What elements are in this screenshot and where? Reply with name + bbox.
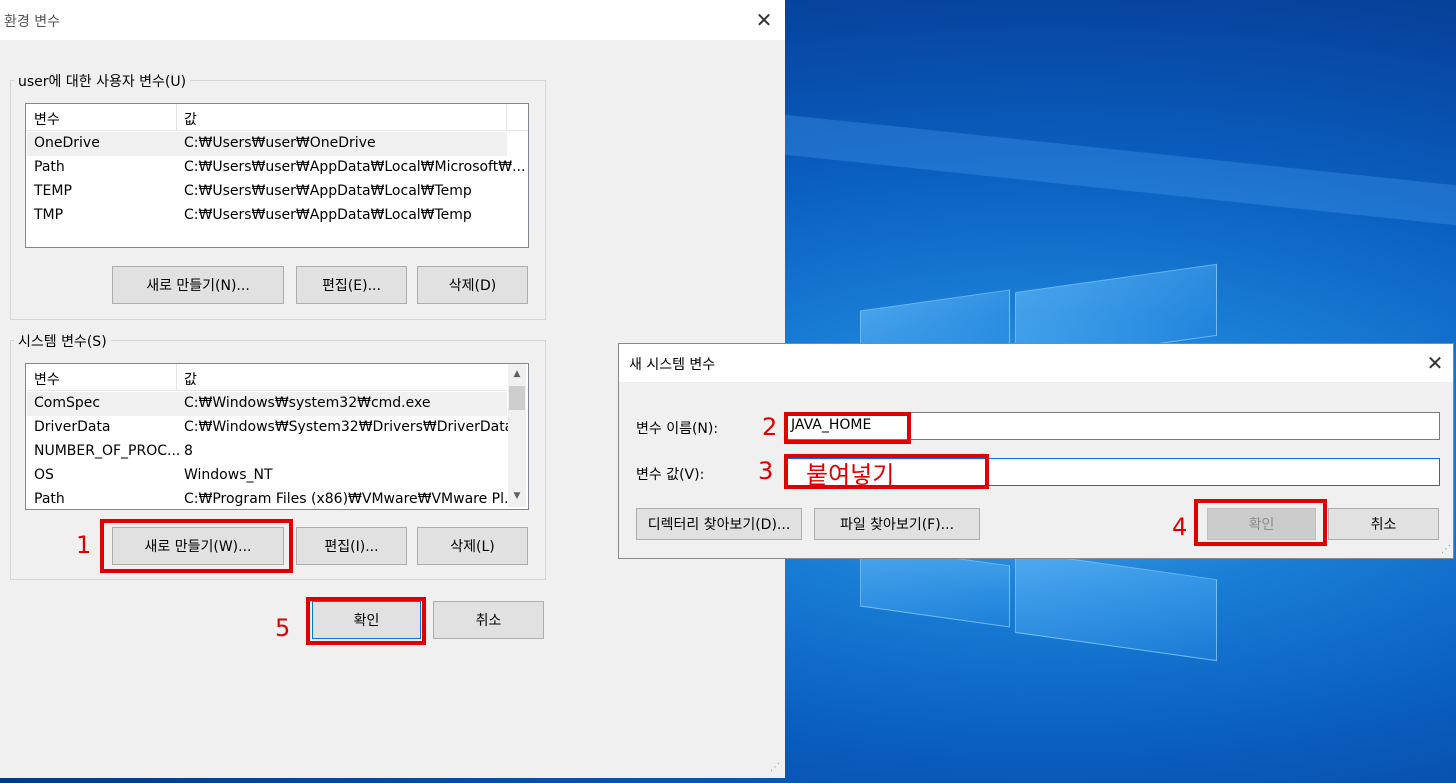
system-vars-group-label: 시스템 변수(S)	[14, 331, 111, 351]
close-icon[interactable]: ✕	[1425, 353, 1445, 373]
user-delete-button[interactable]: 삭제(D)	[417, 266, 528, 304]
browse-directory-button[interactable]: 디렉터리 찾아보기(D)...	[636, 508, 802, 540]
env-cancel-button[interactable]: 취소	[433, 601, 544, 639]
row-name: Path	[34, 159, 65, 175]
new-system-var-dialog: 새 시스템 변수 ✕ 변수 이름(N): JAVA_HOME 변수 값(V): …	[618, 343, 1454, 559]
annotation-step-2: 2	[762, 413, 778, 441]
user-new-button[interactable]: 새로 만들기(N)...	[112, 266, 284, 304]
row-name: TMP	[34, 207, 64, 223]
row-value: C:₩Users₩user₩AppData₩Local₩Temp	[184, 207, 472, 223]
row-name: TEMP	[34, 183, 72, 199]
scroll-up-icon[interactable]: ▲	[508, 366, 526, 382]
annotation-step-1: 1	[76, 531, 92, 559]
row-value: C:₩Windows₩System32₩Drivers₩DriverData	[184, 419, 514, 435]
table-row[interactable]: DriverData C:₩Windows₩System32₩Drivers₩D…	[27, 416, 513, 440]
user-edit-button[interactable]: 편집(E)...	[296, 266, 407, 304]
row-value: C:₩Users₩user₩AppData₩Local₩Microsoft₩..…	[184, 159, 526, 175]
close-icon[interactable]: ✕	[754, 10, 774, 30]
new-var-title: 새 시스템 변수	[629, 357, 716, 373]
column-header-name[interactable]: 변수	[34, 109, 60, 129]
var-name-label: 변수 이름(N):	[636, 421, 719, 437]
table-row[interactable]: TEMP C:₩Users₩user₩AppData₩Local₩Temp	[27, 180, 507, 204]
row-name: DriverData	[34, 419, 111, 435]
row-value: C:₩Program Files (x86)₩VMware₩VMware Pl.…	[184, 491, 518, 507]
annotation-paste-text: 붙여넣기	[806, 461, 895, 489]
vertical-scrollbar[interactable]: ▲ ▼	[508, 364, 526, 507]
annotation-step-5: 5	[275, 614, 291, 642]
var-value-label: 변수 값(V):	[636, 467, 705, 483]
table-row[interactable]: Path C:₩Users₩user₩AppData₩Local₩Microso…	[27, 156, 525, 180]
annotation-box-1	[100, 519, 293, 573]
system-edit-button[interactable]: 편집(I)...	[296, 527, 407, 565]
row-name: NUMBER_OF_PROC...	[34, 443, 181, 459]
user-vars-group-label: user에 대한 사용자 변수(U)	[14, 71, 191, 91]
windows-logo-pane	[1015, 550, 1217, 662]
table-row[interactable]: OneDrive C:₩Users₩user₩OneDrive	[27, 132, 507, 156]
annotation-step-4: 4	[1172, 513, 1188, 541]
row-value: C:₩Windows₩system32₩cmd.exe	[184, 395, 431, 411]
annotation-box-5	[306, 597, 426, 645]
scroll-down-icon[interactable]: ▼	[508, 488, 526, 504]
browse-file-button[interactable]: 파일 찾아보기(F)...	[814, 508, 980, 540]
row-value: Windows_NT	[184, 467, 273, 483]
column-header-name[interactable]: 변수	[34, 369, 60, 389]
resize-grip-icon[interactable]: ⋰	[770, 762, 782, 774]
row-name: ComSpec	[34, 395, 101, 411]
resize-grip-icon[interactable]: ⋰	[1441, 544, 1453, 556]
annotation-box-4	[1194, 499, 1327, 546]
table-row[interactable]: TMP C:₩Users₩user₩AppData₩Local₩Temp	[27, 204, 507, 228]
row-name: Path	[34, 491, 65, 507]
light-beam	[785, 114, 1456, 226]
env-dialog-title: 환경 변수	[4, 14, 60, 30]
new-var-titlebar: 새 시스템 변수 ✕	[619, 344, 1453, 382]
list-header: 변수 값	[26, 104, 528, 131]
system-vars-list[interactable]: 변수 값 ComSpec C:₩Windows₩system32₩cmd.exe…	[25, 363, 529, 510]
row-name: OneDrive	[34, 135, 100, 151]
system-delete-button[interactable]: 삭제(L)	[417, 527, 528, 565]
env-dialog-titlebar: 환경 변수 ✕	[0, 0, 785, 40]
annotation-box-2	[784, 412, 911, 444]
annotation-step-3: 3	[758, 457, 774, 485]
table-row[interactable]: OS Windows_NT	[27, 464, 507, 488]
table-row[interactable]: Path C:₩Program Files (x86)₩VMware₩VMwar…	[27, 488, 517, 509]
column-header-value[interactable]: 값	[184, 369, 197, 389]
row-value: 8	[184, 443, 193, 459]
table-row[interactable]: ComSpec C:₩Windows₩system32₩cmd.exe	[27, 392, 507, 416]
new-var-cancel-button[interactable]: 취소	[1328, 508, 1439, 540]
scroll-thumb[interactable]	[509, 386, 525, 410]
user-vars-list[interactable]: 변수 값 OneDrive C:₩Users₩user₩OneDrive Pat…	[25, 103, 529, 248]
table-row[interactable]: NUMBER_OF_PROC... 8	[27, 440, 507, 464]
row-value: C:₩Users₩user₩OneDrive	[184, 135, 376, 151]
row-value: C:₩Users₩user₩AppData₩Local₩Temp	[184, 183, 472, 199]
column-header-value[interactable]: 값	[184, 109, 197, 129]
row-name: OS	[34, 467, 54, 483]
list-header: 변수 값	[26, 364, 506, 391]
